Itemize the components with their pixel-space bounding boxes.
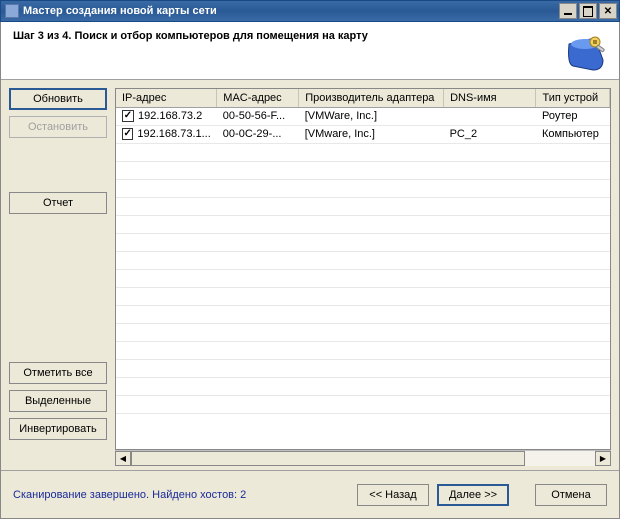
cell-device-type: Роутер [536,107,610,125]
scroll-thumb[interactable] [131,451,525,466]
cell-manufacturer: [VMWare, Inc.] [299,107,444,125]
cell-ip: 192.168.73.2 [138,110,202,122]
report-button[interactable]: Отчет [9,192,107,214]
window-body: Шаг 3 из 4. Поиск и отбор компьютеров дл… [0,22,620,519]
table-wrap: IP-адрес MAC-адрес Производитель адаптер… [115,88,611,466]
empty-row [116,251,610,269]
col-device-type[interactable]: Тип устрой [536,89,610,107]
selected-button[interactable]: Выделенные [9,390,107,412]
footer: Сканирование завершено. Найдено хостов: … [1,470,619,518]
refresh-button[interactable]: Обновить [9,88,107,110]
select-all-button[interactable]: Отметить все [9,362,107,384]
empty-row [116,395,610,413]
empty-row [116,179,610,197]
table-header-row: IP-адрес MAC-адрес Производитель адаптер… [116,89,610,107]
wizard-header: Шаг 3 из 4. Поиск и отбор компьютеров дл… [1,22,619,80]
minimize-button[interactable] [559,3,577,19]
side-buttons: Обновить Остановить Отчет Отметить все В… [9,88,107,466]
col-ip[interactable]: IP-адрес [116,89,217,107]
table-row[interactable]: 192.168.73.2 00-50-56-F...[VMWare, Inc.] Р… [116,107,610,125]
col-mac[interactable]: MAC-адрес [217,89,299,107]
cancel-button[interactable]: Отмена [535,484,607,506]
close-button[interactable]: ✕ [599,3,617,19]
status-text: Сканирование завершено. Найдено хостов: … [13,489,349,501]
wizard-header-icon [563,30,607,74]
empty-row [116,377,610,395]
results-table[interactable]: IP-адрес MAC-адрес Производитель адаптер… [115,88,611,450]
content-area: Обновить Остановить Отчет Отметить все В… [9,88,611,466]
empty-row [116,233,610,251]
cell-mac: 00-0C-29-... [217,125,299,143]
cell-dns: PC_2 [444,125,536,143]
empty-row [116,341,610,359]
col-manufacturer[interactable]: Производитель адаптера [299,89,444,107]
empty-row [116,197,610,215]
empty-row [116,287,610,305]
next-button[interactable]: Далее >> [437,484,509,506]
empty-row [116,143,610,161]
empty-row [116,359,610,377]
app-icon [5,4,19,18]
cell-manufacturer: [VMware, Inc.] [299,125,444,143]
cell-dns [444,107,536,125]
scroll-left-icon[interactable]: ◀ [115,451,131,466]
stop-button: Остановить [9,116,107,138]
table-row[interactable]: 192.168.73.1... 00-0C-29-...[VMware, Inc.… [116,125,610,143]
empty-row [116,305,610,323]
cell-ip: 192.168.73.1... [137,128,210,140]
horizontal-scrollbar[interactable]: ◀ ▶ [115,450,611,466]
cell-mac: 00-50-56-F... [217,107,299,125]
empty-row [116,215,610,233]
empty-row [116,269,610,287]
back-button[interactable]: << Назад [357,484,429,506]
invert-button[interactable]: Инвертировать [9,418,107,440]
row-checkbox[interactable] [122,128,133,140]
wizard-step-text: Шаг 3 из 4. Поиск и отбор компьютеров дл… [13,30,368,42]
empty-row [116,323,610,341]
window-title: Мастер создания новой карты сети [23,5,557,17]
scroll-right-icon[interactable]: ▶ [595,451,611,466]
table-body: 192.168.73.2 00-50-56-F...[VMWare, Inc.] Р… [116,107,610,413]
maximize-button[interactable] [579,3,597,19]
row-checkbox[interactable] [122,110,134,122]
cell-device-type: Компьютер [536,125,610,143]
titlebar: Мастер создания новой карты сети ✕ [0,0,620,22]
empty-row [116,161,610,179]
scroll-track[interactable] [131,451,595,466]
col-dns[interactable]: DNS-имя [444,89,536,107]
